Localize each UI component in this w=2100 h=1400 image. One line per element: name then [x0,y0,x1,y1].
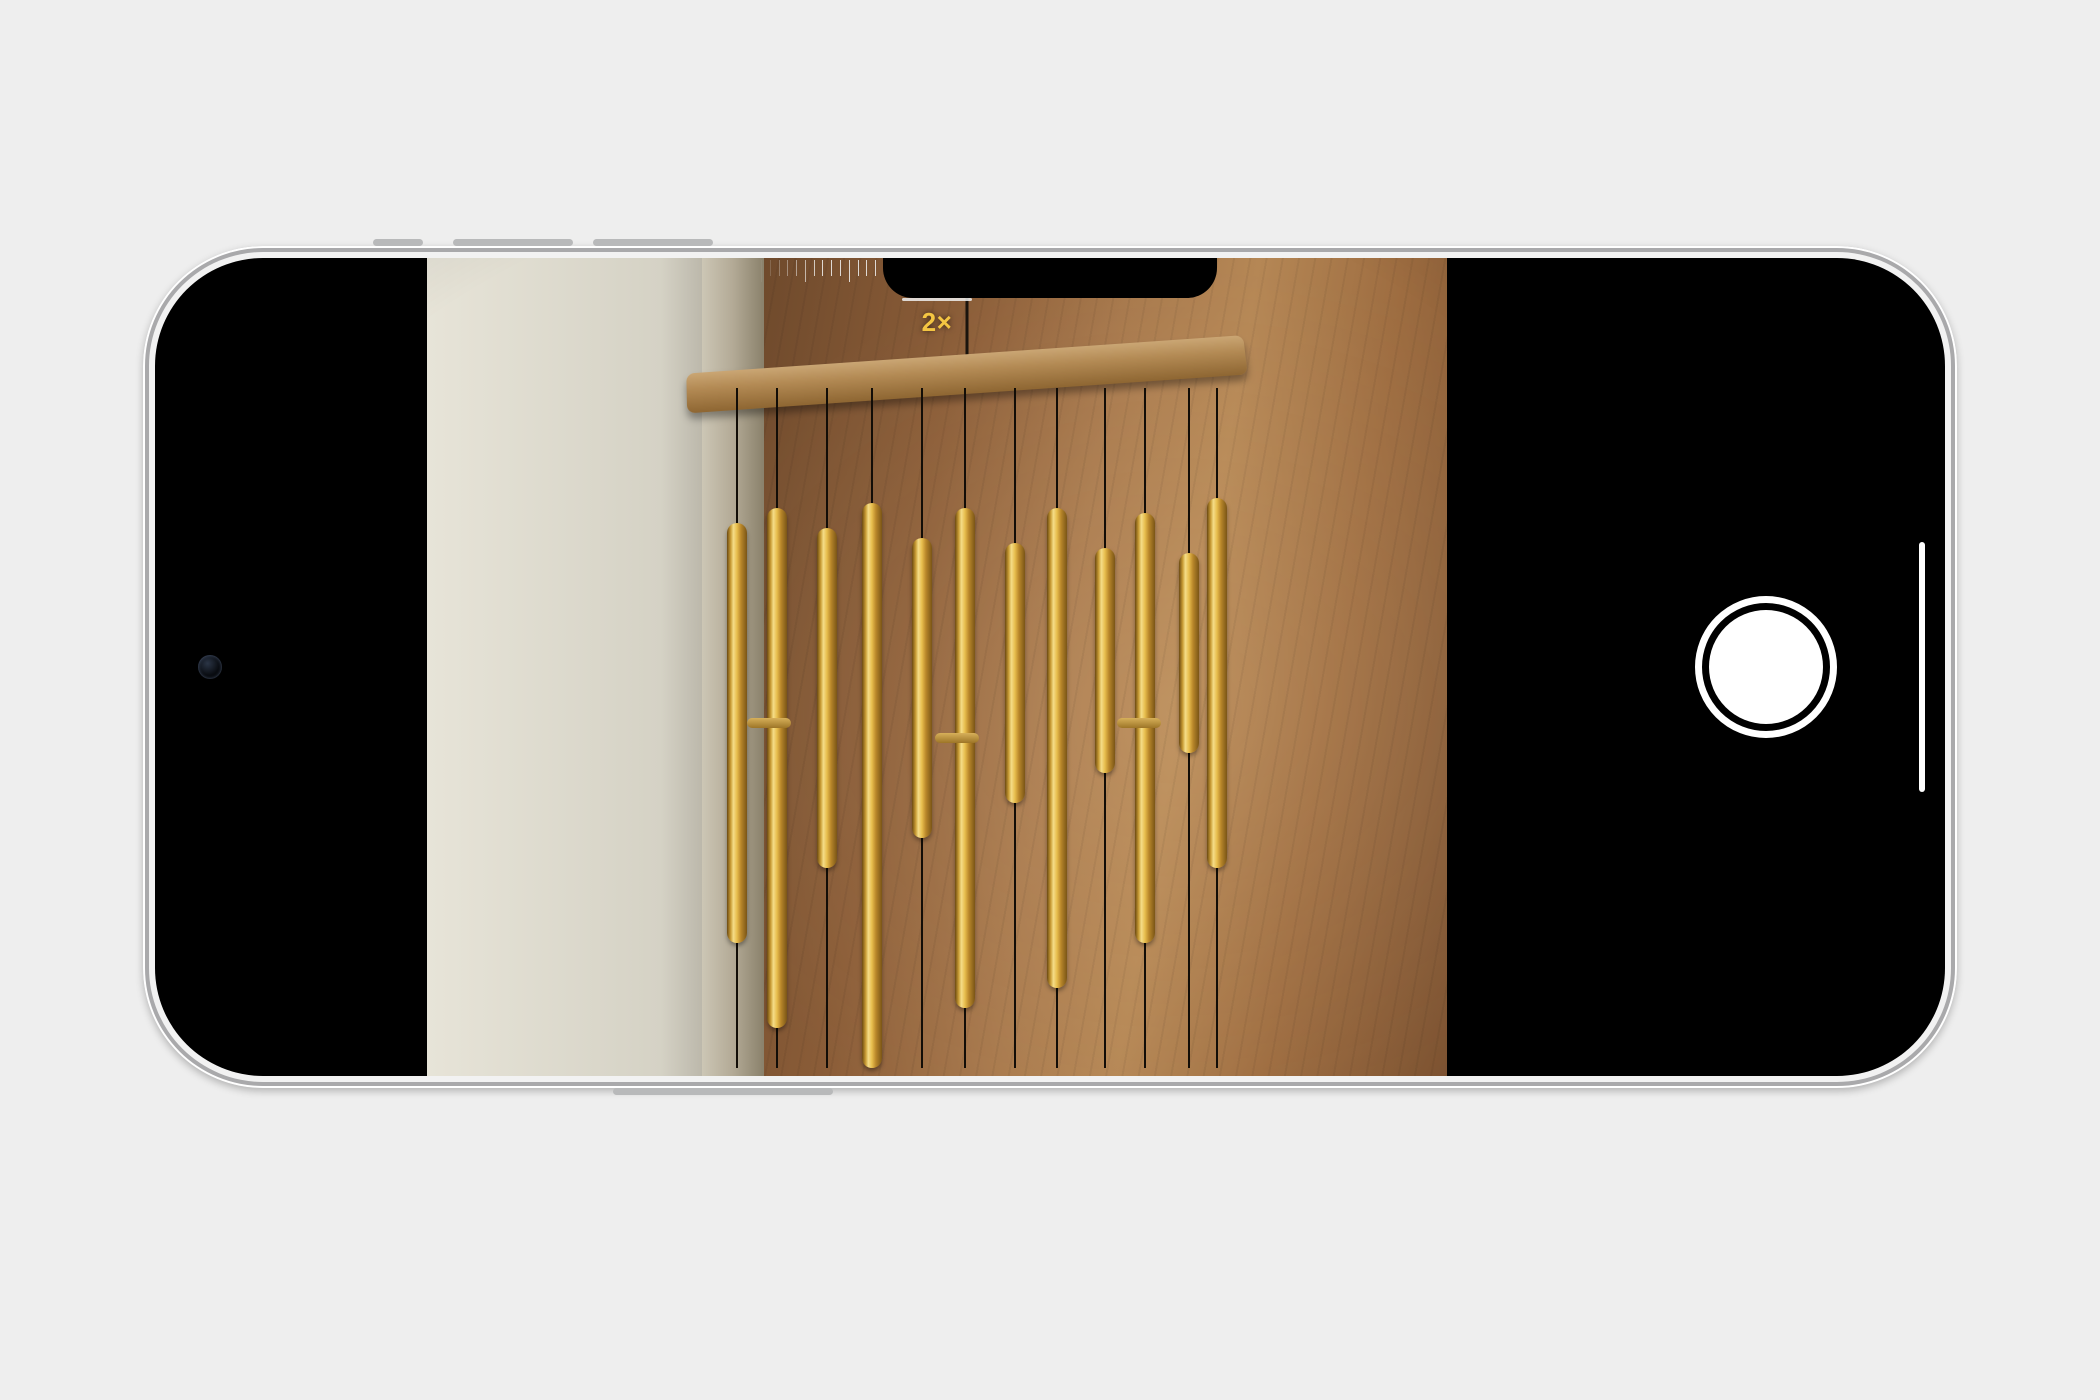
camera-app: 2× [155,258,1945,1076]
home-indicator[interactable] [1919,542,1925,792]
phone-screen: 2× [155,258,1945,1076]
volume-down-button [593,239,713,246]
ring-silent-switch [373,239,423,246]
camera-viewfinder[interactable]: 2× [427,258,1447,1076]
scene-wall [427,258,702,1076]
zoom-level-label: 2× [902,307,972,338]
volume-up-button [453,239,573,246]
side-power-button [613,1088,833,1095]
shutter-inner-icon [1709,610,1823,724]
scene-wind-chime [687,288,1247,1068]
front-camera-lens-icon [198,655,222,679]
zoom-readout-underline [902,298,972,301]
zoom-readout[interactable]: 2× [902,298,972,338]
display-notch [885,258,1215,296]
phone-frame: 2× [143,246,1957,1088]
shutter-button[interactable] [1695,596,1837,738]
